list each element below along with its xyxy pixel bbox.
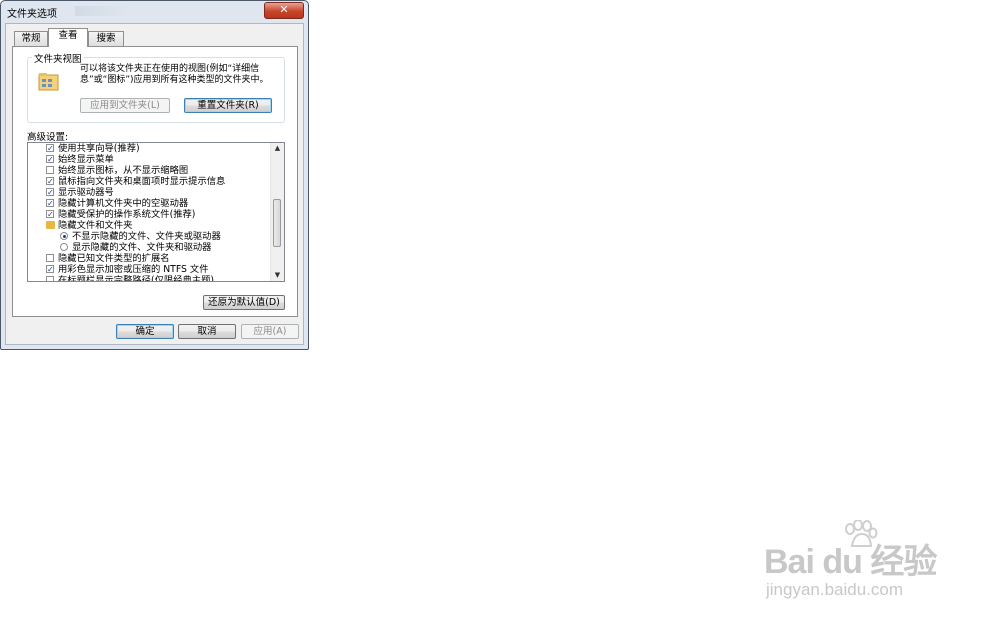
advanced-setting-row[interactable]: 隐藏已知文件类型的扩展名	[28, 253, 271, 264]
title-bar[interactable]: 文件夹选项 ✕	[1, 1, 308, 23]
checkbox-unchecked[interactable]	[46, 276, 54, 281]
advanced-setting-row[interactable]: ✓ 使用共享向导(推荐)	[28, 143, 271, 154]
advanced-setting-row[interactable]: ✓ 隐藏受保护的操作系统文件(推荐)	[28, 209, 271, 220]
advanced-setting-label: 显示驱动器号	[58, 187, 114, 198]
advanced-setting-row[interactable]: ✓ 始终显示菜单	[28, 154, 271, 165]
folder-icon	[46, 221, 55, 229]
folder-options-dialog: 文件夹选项 ✕ 常规 查看 搜索 文件夹视图 可以将该文件夹正在使用的视图(例如…	[0, 0, 309, 350]
scroll-down-arrow-icon[interactable]: ▼	[271, 270, 284, 281]
checkbox-checked[interactable]: ✓	[46, 144, 54, 153]
folder-view-icon	[38, 73, 59, 91]
advanced-setting-label: 隐藏文件和文件夹	[58, 220, 133, 231]
advanced-settings-items: ✓ 使用共享向导(推荐) ✓ 始终显示菜单 始终显示图标，从不显示缩略图 ✓ 鼠标指向文件夹…	[28, 143, 271, 282]
checkbox-checked[interactable]: ✓	[46, 177, 54, 186]
checkbox-checked[interactable]: ✓	[46, 155, 54, 164]
advanced-setting-row[interactable]: ✓ 隐藏计算机文件夹中的空驱动器	[28, 198, 271, 209]
dialog-client-area: 常规 查看 搜索 文件夹视图 可以将该文件夹正在使用的视图(例如“详细信息”或“…	[5, 23, 304, 345]
advanced-setting-label: 始终显示菜单	[58, 154, 114, 165]
advanced-setting-row[interactable]: ✓ 显示驱动器号	[28, 187, 271, 198]
apply-to-folders-button[interactable]: 应用到文件夹(L)	[80, 98, 170, 113]
advanced-setting-label: 在标题栏显示完整路径(仅限经典主题)	[58, 275, 215, 282]
checkbox-checked[interactable]: ✓	[46, 199, 54, 208]
checkbox-checked[interactable]: ✓	[46, 265, 54, 274]
watermark-logo-text: Bai du 经验	[764, 543, 937, 581]
reset-folders-button[interactable]: 重置文件夹(R)	[184, 98, 272, 113]
advanced-setting-row[interactable]: 隐藏文件和文件夹	[28, 220, 271, 231]
watermark-url: jingyan.baidu.com	[766, 580, 904, 599]
advanced-setting-row[interactable]: 始终显示图标，从不显示缩略图	[28, 165, 271, 176]
advanced-setting-label: 隐藏已知文件类型的扩展名	[58, 253, 170, 264]
title-bar-blurred-background	[75, 6, 131, 16]
restore-defaults-button[interactable]: 还原为默认值(D)	[203, 295, 285, 310]
advanced-setting-label: 隐藏计算机文件夹中的空驱动器	[58, 198, 189, 209]
folder-view-group: 文件夹视图 可以将该文件夹正在使用的视图(例如“详细信息”或“图标”)应用到所有…	[27, 51, 285, 123]
advanced-settings-label: 高级设置:	[27, 132, 69, 143]
advanced-setting-row[interactable]: ✓ 鼠标指向文件夹和桌面项时显示提示信息	[28, 176, 271, 187]
advanced-setting-label: 显示隐藏的文件、文件夹和驱动器	[72, 242, 212, 253]
advanced-setting-label: 使用共享向导(推荐)	[58, 143, 140, 154]
advanced-setting-label: 鼠标指向文件夹和桌面项时显示提示信息	[58, 176, 226, 187]
folder-view-group-title: 文件夹视图	[32, 51, 84, 65]
scroll-up-arrow-icon[interactable]: ▲	[271, 143, 284, 154]
checkbox-checked[interactable]: ✓	[46, 210, 54, 219]
advanced-setting-row[interactable]: ✓ 用彩色显示加密或压缩的 NTFS 文件	[28, 264, 271, 275]
advanced-setting-label: 隐藏受保护的操作系统文件(推荐)	[58, 209, 196, 220]
close-button[interactable]: ✕	[264, 2, 304, 19]
checkbox-unchecked[interactable]	[46, 166, 54, 174]
baidu-jingyan-watermark: Bai du 经验 jingyan.baidu.com	[764, 520, 954, 610]
advanced-setting-label: 不显示隐藏的文件、文件夹或驱动器	[72, 231, 221, 242]
checkbox-checked[interactable]: ✓	[46, 188, 54, 197]
tab-panel-view: 文件夹视图 可以将该文件夹正在使用的视图(例如“详细信息”或“图标”)应用到所有…	[12, 46, 298, 317]
radio-selected[interactable]	[60, 232, 68, 240]
radio-unselected[interactable]	[60, 243, 68, 251]
checkbox-unchecked[interactable]	[46, 254, 54, 262]
advanced-setting-label: 用彩色显示加密或压缩的 NTFS 文件	[58, 264, 209, 275]
advanced-settings-list[interactable]: ✓ 使用共享向导(推荐) ✓ 始终显示菜单 始终显示图标，从不显示缩略图 ✓ 鼠标指向文件夹…	[27, 142, 285, 282]
apply-button[interactable]: 应用(A)	[241, 324, 299, 339]
vertical-scrollbar[interactable]: ▲ ▼	[270, 143, 284, 281]
ok-button[interactable]: 确定	[116, 324, 174, 339]
tab-general[interactable]: 常规	[14, 31, 48, 46]
scrollbar-thumb[interactable]	[273, 199, 281, 247]
tab-view[interactable]: 查看	[48, 28, 88, 47]
advanced-setting-row[interactable]: 不显示隐藏的文件、文件夹或驱动器	[28, 231, 271, 242]
tab-search[interactable]: 搜索	[88, 31, 124, 46]
cancel-button[interactable]: 取消	[178, 324, 236, 339]
folder-view-description: 可以将该文件夹正在使用的视图(例如“详细信息”或“图标”)应用到所有这种类型的文…	[80, 64, 269, 85]
advanced-setting-label: 始终显示图标，从不显示缩略图	[58, 165, 189, 176]
advanced-setting-row[interactable]: 在标题栏显示完整路径(仅限经典主题)	[28, 275, 271, 282]
advanced-setting-row[interactable]: 显示隐藏的文件、文件夹和驱动器	[28, 242, 271, 253]
window-title: 文件夹选项	[7, 9, 57, 20]
